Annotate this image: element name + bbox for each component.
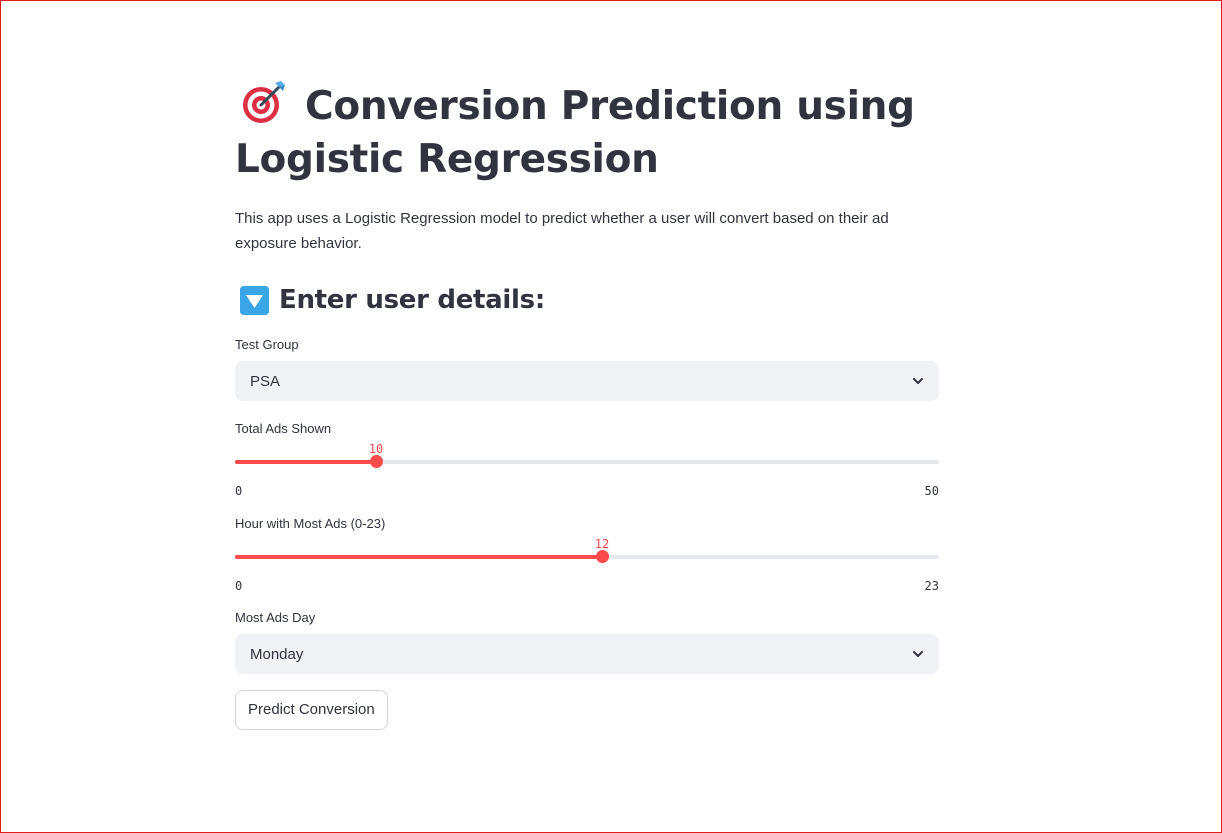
- slider-fill: [235, 555, 602, 559]
- hour-most-ads-slider[interactable]: 12 0 23: [235, 533, 939, 599]
- app-description: This app uses a Logistic Regression mode…: [235, 210, 889, 252]
- slider-thumb[interactable]: [596, 550, 609, 563]
- test-group-field: Test Group PSA: [235, 336, 939, 401]
- most-ads-day-selected-value: Monday: [250, 645, 304, 663]
- predict-conversion-button[interactable]: Predict Conversion: [235, 690, 388, 730]
- chevron-down-icon: [913, 378, 923, 384]
- test-group-select[interactable]: PSA: [235, 361, 939, 401]
- total-ads-field: Total Ads Shown 10 0 50: [235, 420, 939, 504]
- slider-max-label: 23: [924, 579, 939, 593]
- page-title: Conversion Prediction using Logistic Reg…: [235, 79, 939, 186]
- hour-most-ads-label: Hour with Most Ads (0-23): [235, 516, 386, 531]
- test-group-selected-value: PSA: [250, 372, 281, 390]
- most-ads-day-label: Most Ads Day: [235, 610, 316, 625]
- most-ads-day-select[interactable]: Monday: [235, 634, 939, 674]
- main-container: Conversion Prediction using Logistic Reg…: [235, 79, 939, 730]
- slider-min-label: 0: [235, 484, 243, 498]
- total-ads-value: 10: [368, 442, 384, 456]
- section-subheader-text: Enter user details:: [279, 285, 545, 315]
- total-ads-label: Total Ads Shown: [235, 421, 332, 436]
- most-ads-day-field: Most Ads Day Monday: [235, 609, 939, 674]
- chevron-down-icon: [913, 651, 923, 657]
- page-title-text: Conversion Prediction using Logistic Reg…: [235, 84, 915, 182]
- total-ads-slider[interactable]: 10 0 50: [235, 438, 939, 504]
- test-group-label: Test Group: [235, 337, 299, 352]
- slider-thumb[interactable]: [370, 455, 383, 468]
- hour-most-ads-value: 12: [594, 537, 610, 551]
- slider-min-label: 0: [235, 579, 243, 593]
- section-subheader: Enter user details:: [235, 280, 939, 320]
- hour-most-ads-field: Hour with Most Ads (0-23) 12 0 23: [235, 515, 939, 599]
- slider-max-label: 50: [924, 484, 939, 498]
- down-triangle-button-icon: [240, 285, 269, 315]
- slider-fill: [235, 460, 376, 464]
- direct-hit-target-icon: [243, 81, 285, 123]
